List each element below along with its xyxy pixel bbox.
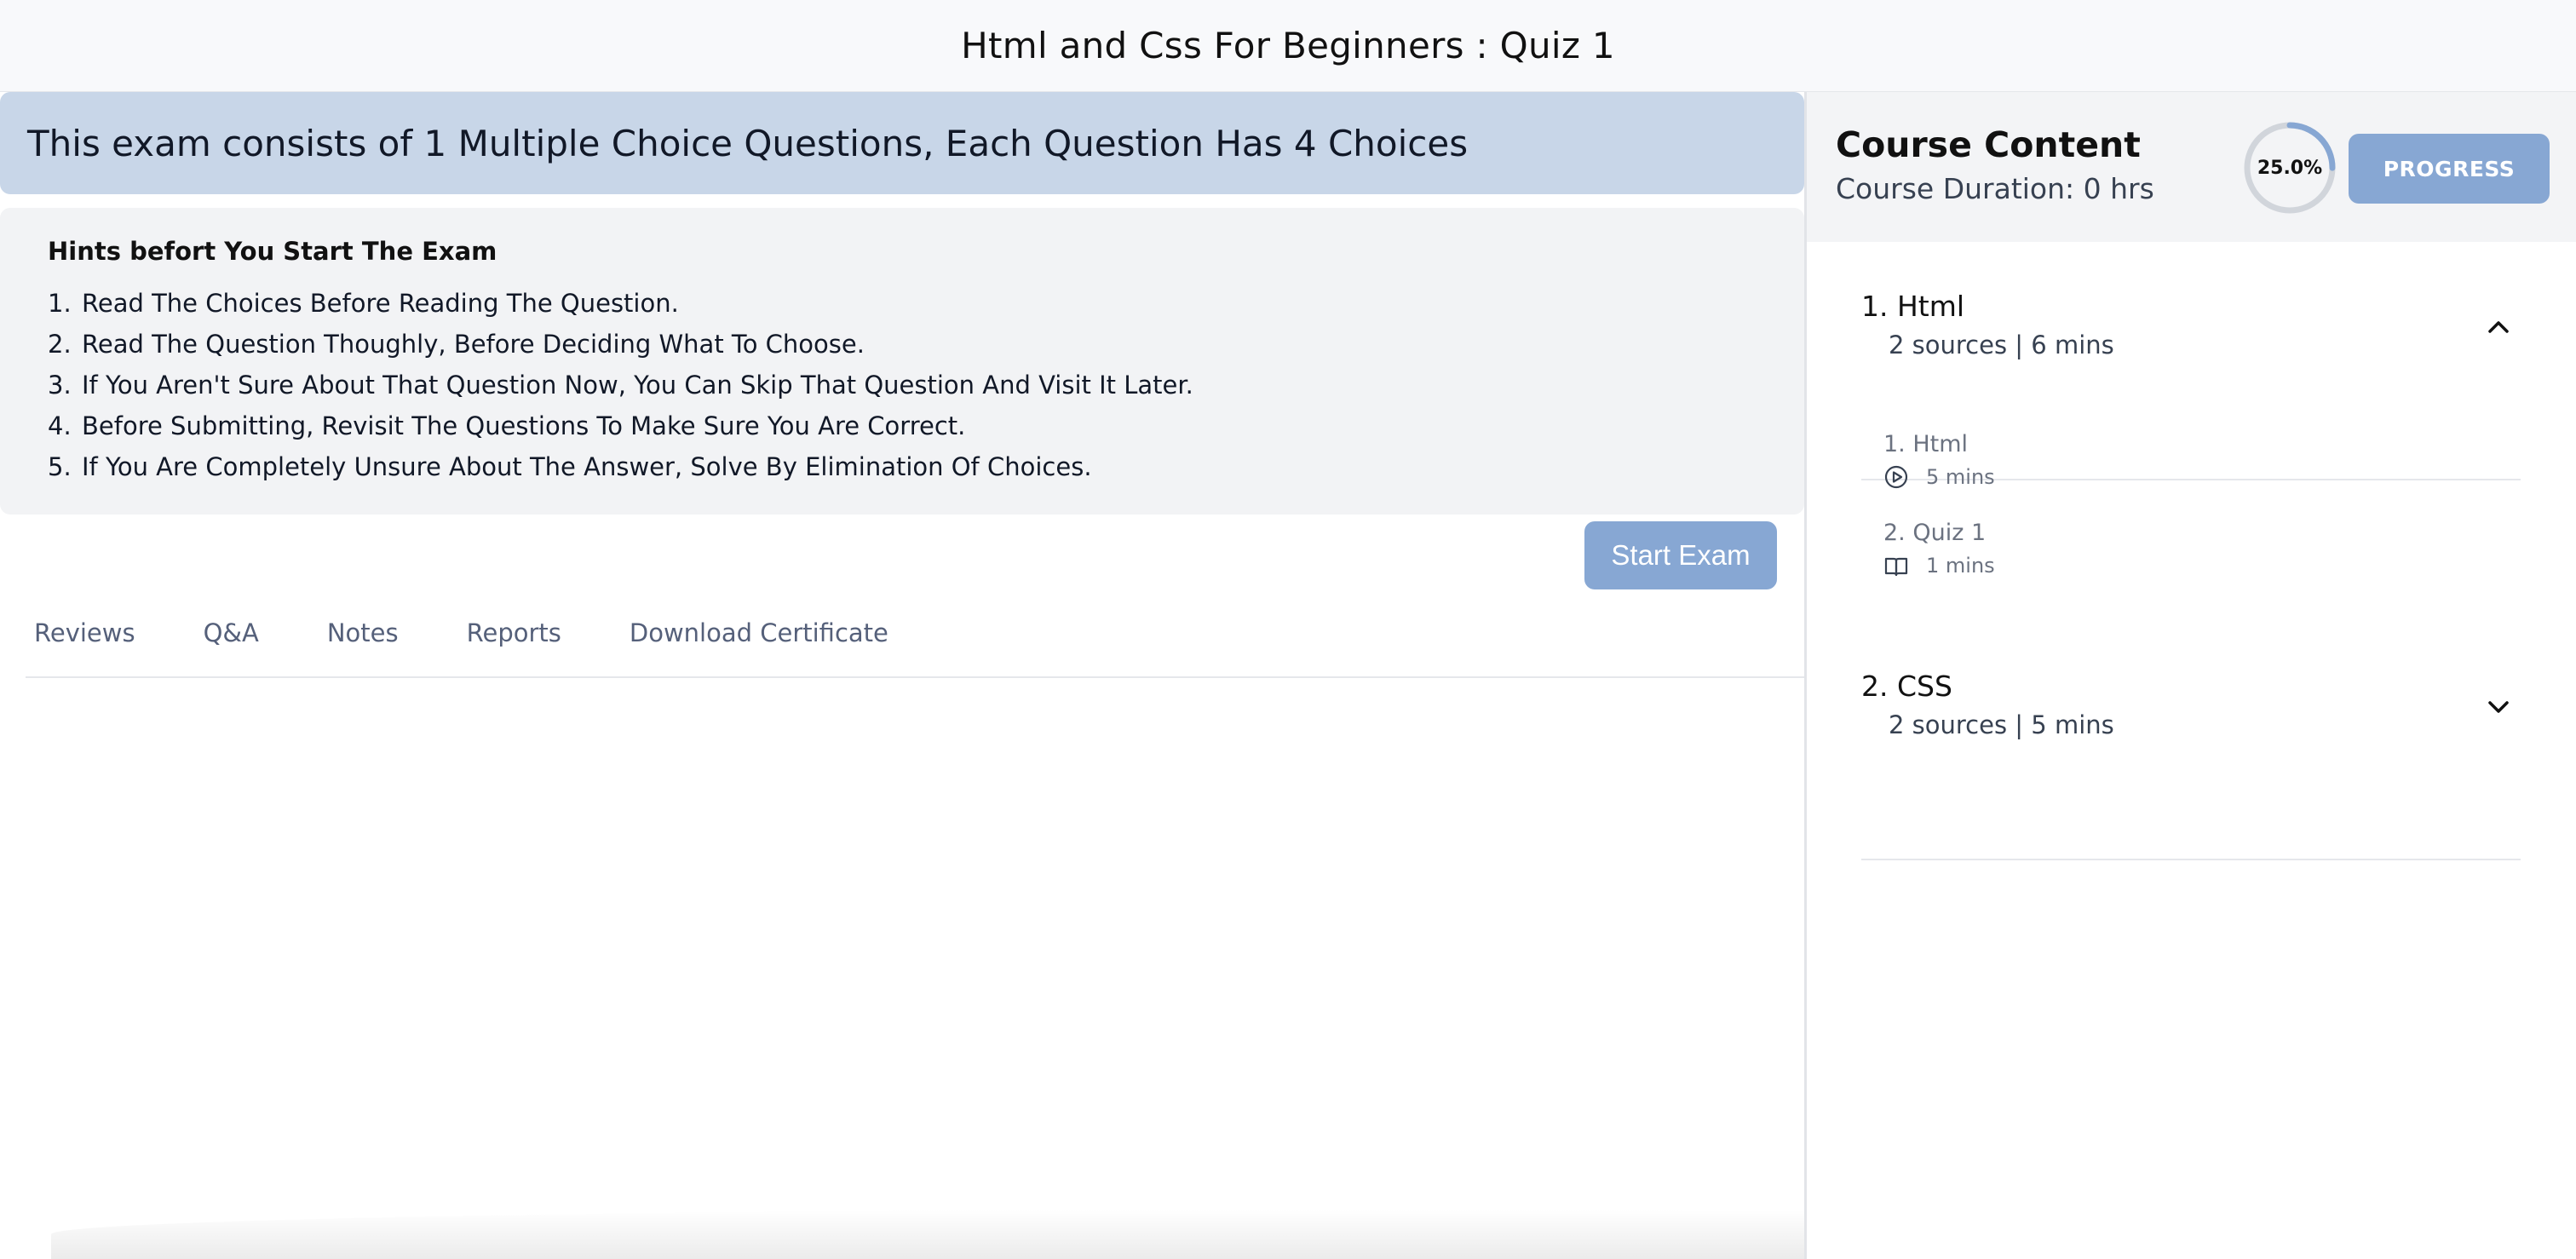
sidebar-header: Course Content Course Duration: 0 hrs 25… [1807,92,2576,242]
tab-reviews[interactable]: Reviews [34,618,135,647]
page-title: Html and Css For Beginners : Quiz 1 [961,25,1615,66]
tab-download-certificate[interactable]: Download Certificate [630,618,888,647]
course-exam-page: Html and Css For Beginners : Quiz 1 This… [0,0,2576,1259]
hints-list: 1. Read The Choices Before Reading The Qu… [48,283,1757,487]
section-meta: 2 sources | 6 mins [1889,331,2114,359]
start-exam-button[interactable]: Start Exam [1584,521,1777,589]
progress-percent: 25.0% [2257,157,2323,179]
lecture-item[interactable]: 1. Html 5 mins [1883,431,1995,490]
tab-reports[interactable]: Reports [467,618,561,647]
tab-notes[interactable]: Notes [327,618,399,647]
lecture-title: 1. Html [1883,431,1969,457]
hint-item: 1. Read The Choices Before Reading The Qu… [48,289,679,318]
course-tabs: Reviews Q&A Notes Reports Download Certi… [26,589,1804,678]
section-meta: 2 sources | 5 mins [1889,710,2114,739]
course-content-sidebar: Course Content Course Duration: 0 hrs 25… [1804,92,2576,1259]
exam-info-banner: This exam consists of 1 Multiple Choice … [0,92,1804,194]
exam-info-text: This exam consists of 1 Multiple Choice … [27,122,1469,164]
lecture-duration: 1 mins [1926,554,1995,578]
course-content-title: Course Content [1836,124,2141,165]
exam-hints-panel: Hints befort You Start The Exam 1. Read T… [0,208,1804,515]
top-header: Html and Css For Beginners : Quiz 1 [0,0,2576,92]
hints-title: Hints befort You Start The Exam [48,237,497,266]
hint-item: 3. If You Aren't Sure About That Question… [48,371,1193,400]
chevron-down-icon[interactable] [2481,690,2516,724]
hint-item: 4. Before Submitting, Revisit The Questio… [48,411,966,440]
course-section-css[interactable]: 2. CSS 2 sources | 5 mins [1861,668,2521,860]
lecture-title: 2. Quiz 1 [1883,520,1987,546]
hint-item: 5. If You Are Completely Unsure About The… [48,452,1092,481]
hint-item: 2. Read The Question Thoughly, Before Dec… [48,330,865,359]
section-title: 2. CSS [1861,670,1952,703]
book-open-icon [1884,557,1908,577]
lecture-duration: 5 mins [1926,465,1995,489]
lecture-item[interactable]: 2. Quiz 1 1 mins [1883,520,1995,578]
main-content: This exam consists of 1 Multiple Choice … [0,92,1804,1259]
progress-button[interactable]: PROGRESS [2349,134,2550,204]
play-circle-icon [1884,465,1908,489]
chevron-up-icon[interactable] [2481,310,2516,344]
tab-qa[interactable]: Q&A [204,618,259,647]
course-duration: Course Duration: 0 hrs [1836,172,2154,205]
section-title: 1. Html [1861,290,1965,323]
